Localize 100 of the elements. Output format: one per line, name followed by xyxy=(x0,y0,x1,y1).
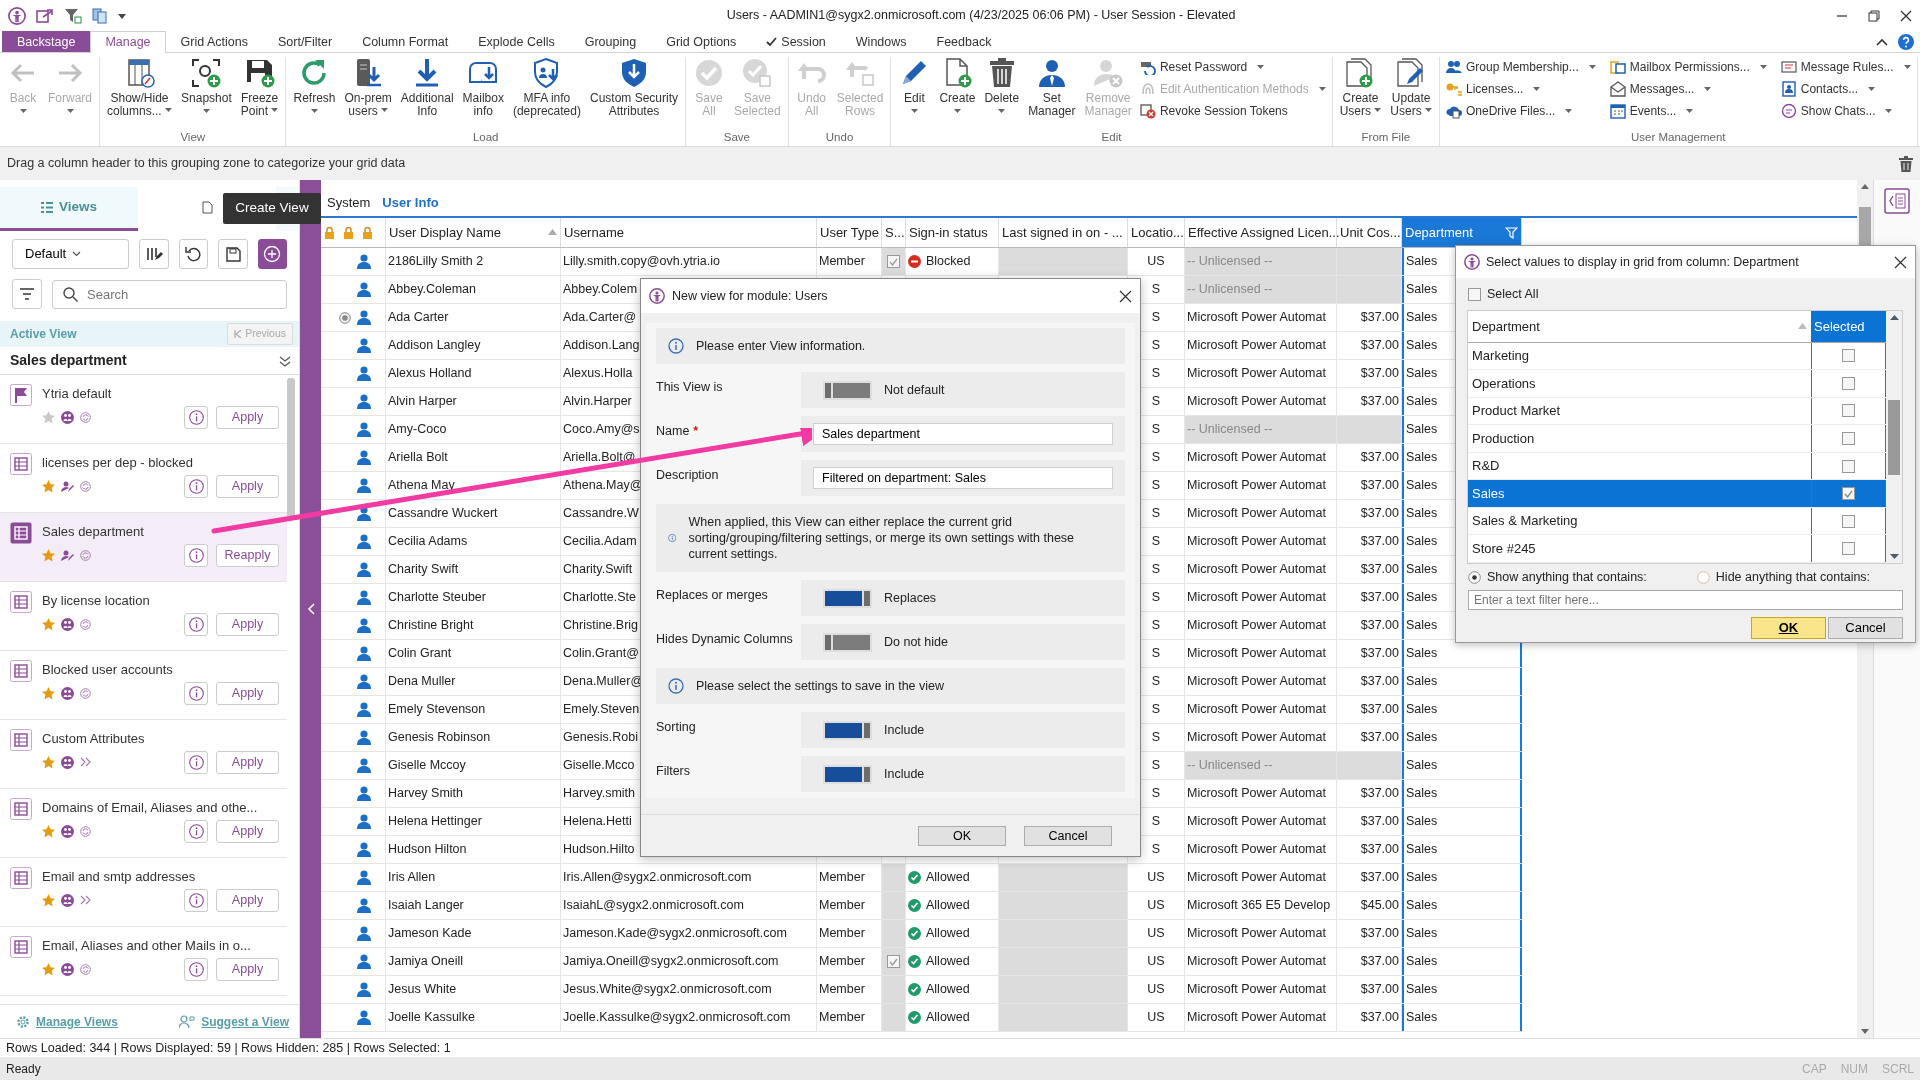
column-header[interactable]: Unit Cos... xyxy=(1340,222,1401,243)
ribbon-button[interactable]: Mailbox info xyxy=(458,57,508,118)
close-icon[interactable] xyxy=(1119,289,1132,303)
input-field[interactable]: Sales department xyxy=(813,423,1113,445)
scroll-down-icon[interactable] xyxy=(1861,1029,1869,1034)
apply-button[interactable]: Reapply xyxy=(216,543,279,567)
row-selector-icon[interactable] xyxy=(339,311,351,324)
ribbon-button[interactable]: Custom Security Attributes xyxy=(585,57,682,118)
list-row[interactable]: Sales & Marketing xyxy=(1468,507,1886,536)
ribbon-button[interactable]: Delete xyxy=(980,57,1024,113)
checkbox[interactable] xyxy=(1468,287,1481,301)
info-button[interactable] xyxy=(184,405,208,429)
grid-tab[interactable]: User Info xyxy=(376,190,445,216)
info-button[interactable] xyxy=(184,474,208,498)
info-button[interactable] xyxy=(184,888,208,912)
ribbon-tab[interactable]: Explode Cells xyxy=(463,31,570,52)
ribbon-tab[interactable]: Grouping xyxy=(569,31,652,52)
list-row[interactable]: Marketing xyxy=(1468,342,1886,371)
close-icon[interactable] xyxy=(1894,255,1907,269)
dialog-button[interactable]: Cancel xyxy=(1024,825,1112,846)
view-item[interactable]: Domains of Email, Aliases and othe... Apply xyxy=(0,789,287,858)
info-button[interactable] xyxy=(184,612,208,636)
ribbon-tab[interactable]: Column Format xyxy=(347,31,464,52)
ribbon-button[interactable]: Reset Password xyxy=(1136,57,1329,77)
toggle-switch[interactable] xyxy=(823,380,872,400)
scroll-up-icon[interactable] xyxy=(1861,184,1869,189)
ribbon-button[interactable]: Create Users xyxy=(1335,57,1386,118)
ribbon-button[interactable]: Refresh xyxy=(289,57,340,113)
ribbon-button[interactable]: Additional Info xyxy=(396,57,458,118)
info-button[interactable] xyxy=(184,819,208,843)
star-icon[interactable] xyxy=(42,893,55,907)
copy-icon[interactable] xyxy=(92,7,108,24)
trash-icon[interactable] xyxy=(1899,155,1913,172)
search-field[interactable]: Search xyxy=(52,279,287,309)
ribbon-button[interactable]: Set Manager xyxy=(1024,57,1080,118)
ribbon-button[interactable]: Revoke Session Tokens xyxy=(1136,101,1329,121)
info-button[interactable] xyxy=(184,543,208,567)
checkbox[interactable] xyxy=(1842,376,1855,390)
ribbon-button[interactable]: Messages... xyxy=(1606,79,1770,99)
dialog-button[interactable]: OK xyxy=(918,825,1006,846)
backstage-button[interactable]: Backstage xyxy=(2,31,91,52)
ribbon-button[interactable]: Snapshot xyxy=(177,57,236,113)
column-header[interactable]: User Type xyxy=(820,222,879,243)
filter-button[interactable] xyxy=(12,279,42,309)
radio-option[interactable]: Hide anything that contains: xyxy=(1696,568,1871,587)
info-button[interactable] xyxy=(184,681,208,705)
view-item[interactable]: Email and smtp addresses Apply xyxy=(0,858,287,927)
apply-button[interactable]: Apply xyxy=(216,819,279,843)
scroll-down-icon[interactable] xyxy=(1889,554,1899,559)
checkbox[interactable] xyxy=(1842,349,1855,363)
toolbar-button[interactable] xyxy=(178,239,209,269)
info-button[interactable] xyxy=(184,957,208,981)
ribbon-button[interactable]: Update Users xyxy=(1386,57,1436,118)
apply-button[interactable]: Apply xyxy=(216,612,279,636)
close-icon[interactable] xyxy=(1900,9,1912,22)
ribbon-tab[interactable]: Feedback xyxy=(921,31,1007,52)
ribbon-tab[interactable]: Sort/Filter xyxy=(262,31,348,52)
list-row[interactable]: Store #245 xyxy=(1468,535,1886,563)
star-icon[interactable] xyxy=(42,755,55,769)
star-icon[interactable] xyxy=(42,479,55,493)
create-view-button[interactable] xyxy=(257,239,287,269)
ribbon-button[interactable]: On-prem users xyxy=(340,57,396,118)
ribbon-button[interactable]: Edit xyxy=(894,57,935,113)
info-button[interactable] xyxy=(184,750,208,774)
list-row[interactable]: Sales xyxy=(1468,480,1886,508)
star-icon[interactable] xyxy=(42,548,55,562)
toggle-switch[interactable] xyxy=(823,720,872,740)
toolbar-button[interactable] xyxy=(139,239,169,269)
apply-button[interactable]: Apply xyxy=(216,405,279,429)
view-item[interactable]: Custom Attributes Apply xyxy=(0,720,287,789)
radio-icon[interactable] xyxy=(1696,570,1710,584)
ribbon-button[interactable]: Group Membership... xyxy=(1443,57,1599,77)
ribbon-tab[interactable]: Grid Actions xyxy=(165,31,263,52)
input-field[interactable]: Filtered on department: Sales xyxy=(813,467,1113,489)
column-header[interactable]: Username xyxy=(564,222,813,243)
view-item[interactable]: By license location Apply xyxy=(0,582,287,651)
filter-icon[interactable] xyxy=(1505,226,1518,239)
collapse-icon[interactable] xyxy=(1876,37,1888,46)
ribbon-button[interactable]: Events... xyxy=(1606,101,1770,121)
popup-button[interactable]: OK xyxy=(1751,616,1826,639)
star-icon[interactable] xyxy=(42,410,55,424)
view-item[interactable]: Ytria default Apply xyxy=(0,375,287,444)
toggle-switch[interactable] xyxy=(823,588,872,608)
apply-button[interactable]: Apply xyxy=(216,957,279,981)
ribbon-tab[interactable]: Manage xyxy=(90,31,166,53)
toggle-switch[interactable] xyxy=(823,632,872,652)
checkbox[interactable] xyxy=(1842,487,1855,501)
apply-button[interactable]: Apply xyxy=(216,474,279,498)
ribbon-button[interactable]: OneDrive Files... xyxy=(1443,101,1599,121)
filter-field[interactable]: Enter a text filter here... xyxy=(1468,589,1903,610)
list-row[interactable]: Production xyxy=(1468,425,1886,453)
scrollbar-thumb[interactable] xyxy=(287,378,295,518)
ribbon-button[interactable]: MFA info (deprecated) xyxy=(508,57,585,118)
column-header[interactable]: Last signed in on - ... xyxy=(1002,222,1124,243)
ribbon-tab[interactable]: Windows xyxy=(840,31,922,52)
ribbon-tab[interactable]: Grid Options xyxy=(651,31,752,52)
toolbar-button[interactable] xyxy=(218,239,248,269)
apply-button[interactable]: Apply xyxy=(216,750,279,774)
checkbox[interactable] xyxy=(1842,431,1855,445)
ribbon-button[interactable]: Licenses... xyxy=(1443,79,1599,99)
